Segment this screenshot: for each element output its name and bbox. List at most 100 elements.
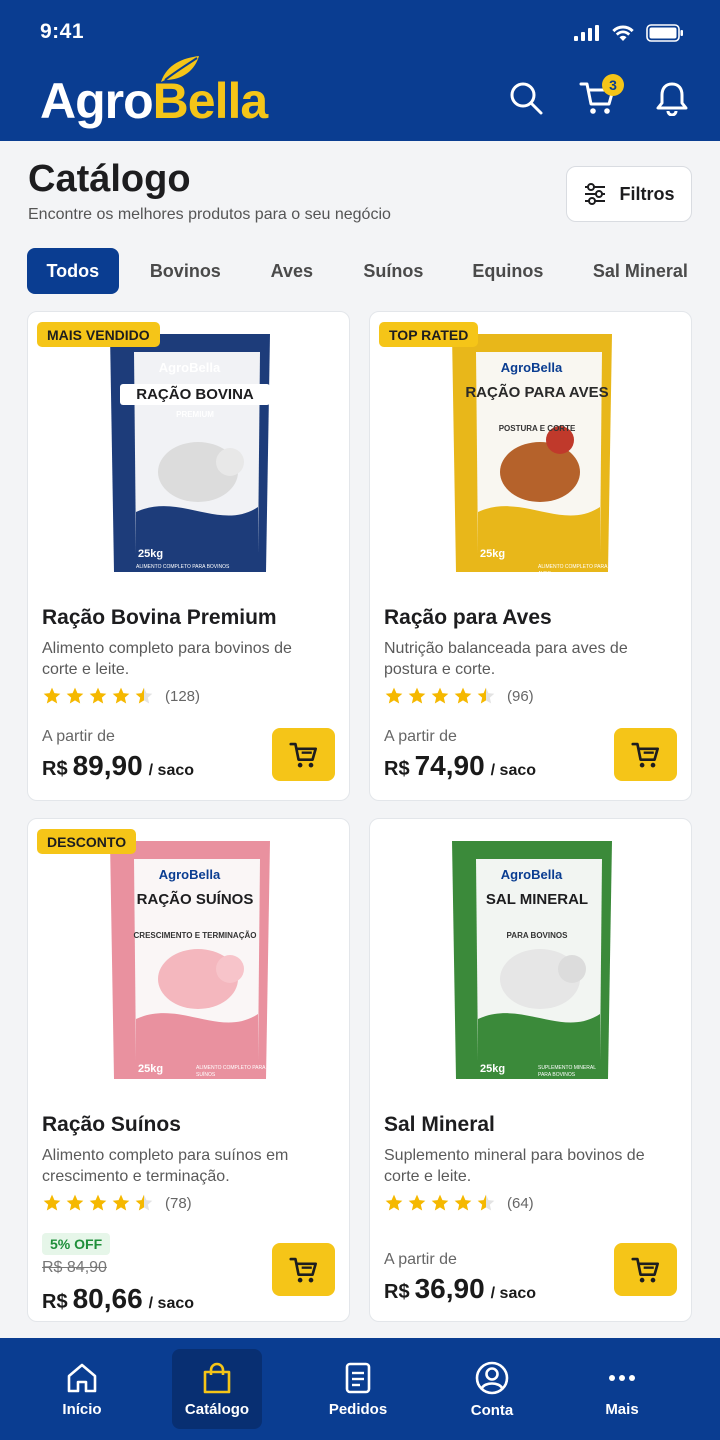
price-unit: / saco <box>148 762 195 779</box>
product-rating: (78) <box>42 1193 192 1213</box>
product-price: R$ 74,90 / saco <box>384 750 536 782</box>
logo-text-agro: Agro <box>40 73 154 129</box>
tab-suinos[interactable]: Suínos <box>332 248 455 294</box>
nav-catalogo[interactable]: Catálogo <box>172 1338 262 1440</box>
add-to-cart-button[interactable] <box>272 1243 335 1296</box>
product-price: R$ 89,90 / saco <box>42 750 194 782</box>
price-value: 36,90 <box>414 1273 485 1304</box>
star-icon <box>408 1194 426 1211</box>
wifi-icon <box>612 25 634 41</box>
bag-weight: 25kg <box>480 548 506 560</box>
nav-mais-label: Mais <box>605 1400 639 1418</box>
bag-weight: 25kg <box>138 1063 164 1075</box>
product-image <box>28 819 349 1099</box>
star-icon <box>431 687 449 704</box>
product-name[interactable]: Ração Suínos <box>42 1113 181 1137</box>
app-header: 9:41 Agro Bella 3 <box>0 0 720 141</box>
bag-weight: 25kg <box>138 548 164 560</box>
price-prefix: A partir de <box>384 728 457 745</box>
product-name[interactable]: Sal Mineral <box>384 1113 495 1137</box>
tab-sal-mineral[interactable]: Sal Mineral <box>561 248 720 294</box>
add-to-cart-button[interactable] <box>272 728 335 781</box>
bag-subtitle: POSTURA E CORTE <box>498 424 576 433</box>
product-badge: DESCONTO <box>37 829 137 854</box>
product-image <box>370 312 691 592</box>
product-name[interactable]: Ração para Aves <box>384 606 552 630</box>
tab-aves[interactable]: Aves <box>252 248 332 294</box>
price-currency: R$ <box>384 1281 410 1303</box>
tab-todos[interactable]: Todos <box>27 248 119 294</box>
logo-text-bella: Bella <box>153 56 268 126</box>
bag-side-label: RAÇÃO BOVINA <box>30 462 40 533</box>
home-icon <box>67 1363 97 1392</box>
add-to-cart-button[interactable] <box>614 728 677 781</box>
star-icon <box>135 687 153 704</box>
product-card[interactable]: MAIS VENDIDO AgroBella RAÇÃO BOVINA PREMIUM… <box>27 311 350 801</box>
product-badge: TOP RATED <box>379 322 479 347</box>
nav-mais[interactable]: Mais <box>580 1338 664 1440</box>
tab-equinos[interactable]: Equinos <box>455 248 561 294</box>
price-prefix: A partir de <box>384 1251 457 1268</box>
bag-subtitle: PARA BOVINOS <box>506 931 568 940</box>
product-image <box>370 819 691 1099</box>
filters-label: Filtros <box>619 183 675 204</box>
bag-brand: AgroBella <box>158 867 221 882</box>
product-badge: MAIS VENDIDO <box>37 322 160 347</box>
nav-inicio[interactable]: Início <box>40 1338 124 1440</box>
discount-badge: 5% OFF <box>42 1233 111 1255</box>
product-card[interactable]: DESCONTO AgroBella RAÇÃO SUÍNOS CRESCIMENTO… <box>27 818 350 1322</box>
battery-icon <box>646 24 683 42</box>
bag-footer: ALIMENTO COMPLETO PARA AVES <box>538 564 608 577</box>
price-value: 74,90 <box>414 750 485 781</box>
star-icon <box>454 1194 472 1211</box>
brand-logo[interactable]: Agro Bella <box>40 56 268 129</box>
bag-subtitle: PREMIUM <box>176 410 214 419</box>
price-unit: / saco <box>490 762 537 779</box>
cart-button[interactable]: 3 <box>578 74 624 118</box>
product-price: R$ 36,90 / saco <box>384 1273 536 1305</box>
bag-side-label: SAL MINERAL <box>372 969 382 1031</box>
cart-count-badge: 3 <box>602 74 624 96</box>
star-icon <box>454 687 472 704</box>
nav-pedidos-label: Pedidos <box>328 1400 388 1418</box>
star-icon <box>66 1194 84 1211</box>
bag-footer: SUPLEMENTO MINERAL PARA BOVINOS <box>538 1065 596 1078</box>
bag-brand: AgroBella <box>500 867 563 882</box>
bag-side-label: RAÇÃO PARA AVES <box>372 462 382 549</box>
nav-conta[interactable]: Conta <box>450 1338 534 1440</box>
product-rating: (64) <box>384 1193 534 1213</box>
cart-icon <box>630 742 659 767</box>
review-count: (78) <box>165 1194 192 1212</box>
product-rating: (128) <box>42 686 200 706</box>
product-image <box>28 312 349 592</box>
leaf-icon <box>160 56 199 82</box>
nav-pedidos[interactable]: Pedidos <box>316 1338 400 1440</box>
nav-conta-label: Conta <box>470 1401 514 1419</box>
product-name[interactable]: Ração Bovina Premium <box>42 606 277 630</box>
cart-icon <box>288 742 317 767</box>
search-button[interactable] <box>506 78 546 118</box>
sliders-icon <box>585 183 606 205</box>
status-icons <box>574 24 684 42</box>
search-icon <box>510 82 543 115</box>
product-price: R$ 80,66 / saco <box>42 1283 194 1315</box>
signal-icon <box>574 25 599 41</box>
product-description: Alimento completo para bovinos de corte … <box>42 640 292 678</box>
product-description: Suplemento mineral para bovinos de corte… <box>384 1147 645 1185</box>
star-icon <box>135 1194 153 1211</box>
filters-button[interactable]: Filtros <box>566 166 692 222</box>
product-card[interactable]: TOP RATED AgroBella RAÇÃO PARA AVES POSTURA… <box>369 311 692 801</box>
bag-title: RAÇÃO BOVINA <box>120 384 270 405</box>
add-to-cart-button[interactable] <box>614 1243 677 1296</box>
price-unit: / saco <box>490 1285 537 1302</box>
tab-bovinos[interactable]: Bovinos <box>119 248 252 294</box>
bag-title: RAÇÃO PARA AVES <box>465 384 609 401</box>
review-count: (128) <box>165 687 201 705</box>
cart-icon <box>288 1257 317 1282</box>
bag-weight: 25kg <box>480 1063 506 1075</box>
product-card[interactable]: AgroBella SAL MINERAL PARA BOVINOS SAL MINE… <box>369 818 692 1322</box>
page-title: Catálogo <box>28 158 191 200</box>
star-icon <box>43 1194 61 1211</box>
star-icon <box>89 687 107 704</box>
notifications-button[interactable] <box>652 78 692 118</box>
